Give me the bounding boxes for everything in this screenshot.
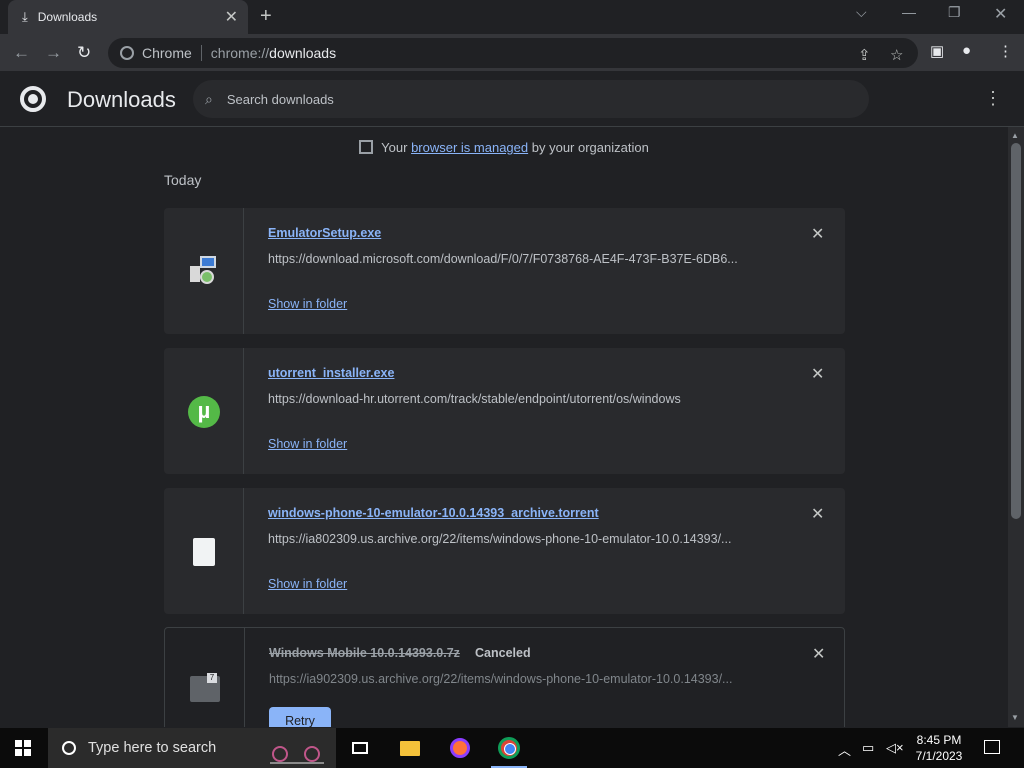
status-canceled: Canceled [475, 646, 531, 660]
scrollbar-thumb[interactable] [1011, 143, 1021, 519]
show-in-folder-link[interactable]: Show in folder [268, 437, 347, 451]
page-scrollbar[interactable]: ▲ ▼ [1008, 127, 1024, 727]
tray-chevron-icon[interactable]: ︿ [838, 740, 851, 759]
source-url[interactable]: https://download.microsoft.com/download/… [268, 252, 768, 266]
remove-icon[interactable]: ✕ [811, 364, 824, 384]
address-bar[interactable]: Chrome chrome:// downloads ⇪ ☆ [108, 38, 918, 68]
downloads-list: Your browser is managed by your organiza… [0, 127, 1008, 727]
share-icon[interactable]: ⇪ [858, 46, 871, 64]
taskbar-search[interactable] [48, 728, 336, 768]
taskbar-search-input[interactable] [88, 740, 258, 756]
more-actions-icon[interactable]: ⋮ [984, 88, 1002, 109]
managed-prefix: Your [381, 140, 408, 155]
chrome-menu-icon[interactable]: ⋮ [998, 42, 1013, 60]
file-icon-area [164, 208, 244, 334]
downloads-header: Downloads ⌕ ⋮ [0, 72, 1024, 127]
source-url[interactable]: https://ia802309.us.archive.org/22/items… [268, 532, 768, 546]
firefox-icon[interactable] [438, 728, 482, 768]
building-icon [359, 140, 374, 154]
chrome-taskbar-icon[interactable] [487, 728, 531, 768]
file-name-link[interactable]: utorrent_installer.exe [268, 366, 394, 380]
page-title: Downloads [67, 87, 176, 112]
file-icon-area: µ [164, 348, 244, 474]
managed-suffix: by your organization [531, 140, 649, 155]
chrome-logo-icon [20, 86, 46, 112]
clock-time: 8:45 PM [916, 733, 962, 747]
document-icon [193, 538, 215, 566]
utorrent-icon: µ [188, 396, 220, 428]
download-item-canceled: 7 Windows Mobile 10.0.14393.0.7z Cancele… [164, 627, 845, 727]
clock-date: 7/1/2023 [915, 749, 963, 763]
search-tabs-icon[interactable]: ⌵ [856, 4, 867, 21]
remove-icon[interactable]: ✕ [811, 504, 824, 524]
new-tab-button[interactable]: + [260, 6, 272, 26]
reload-button[interactable]: ↻ [77, 43, 91, 63]
download-item: EmulatorSetup.exe https://download.micro… [164, 208, 845, 334]
url-scheme: chrome:// [210, 45, 270, 61]
retry-button[interactable]: Retry [269, 707, 331, 727]
browser-window: ⤓ Downloads ✕ + ⌵ — ❐ ✕ ← → ↻ Chrome chr… [0, 0, 1024, 768]
remove-icon[interactable]: ✕ [812, 644, 825, 664]
tab-title: Downloads [37, 10, 98, 24]
file-icon-area: 7 [165, 628, 245, 727]
forward-button[interactable]: → [45, 43, 62, 63]
profile-icon[interactable]: ● [962, 42, 971, 59]
taskbar-clock[interactable]: 8:45 PM 7/1/2023 [904, 732, 974, 764]
task-view-icon[interactable] [338, 728, 382, 768]
scroll-up-arrow-icon[interactable]: ▲ [1011, 131, 1019, 140]
back-button[interactable]: ← [13, 43, 30, 63]
download-icon: ⤓ [22, 9, 28, 24]
omnibox-separator [200, 45, 202, 61]
url-host: downloads [269, 45, 337, 61]
download-item: µ utorrent_installer.exe https://downloa… [164, 348, 845, 474]
network-icon[interactable]: ▭ [862, 740, 874, 756]
managed-notice: Your browser is managed by your organiza… [0, 140, 1008, 155]
browser-managed-link[interactable]: browser is managed [411, 140, 528, 155]
source-url[interactable]: https://download-hr.utorrent.com/track/s… [268, 392, 768, 406]
date-group-label: Today [164, 172, 202, 188]
chrome-site-icon [120, 46, 134, 60]
download-item: windows-phone-10-emulator-10.0.14393_arc… [164, 488, 845, 614]
bicycle-icon [270, 734, 324, 764]
restore-button[interactable]: ❐ [948, 4, 961, 21]
search-icon [62, 741, 76, 755]
show-in-folder-link[interactable]: Show in folder [268, 577, 347, 591]
tab-strip: ⤓ Downloads ✕ + ⌵ — ❐ ✕ [0, 0, 1024, 34]
browser-toolbar: ← → ↻ Chrome chrome:// downloads ⇪ ☆ ▣ ●… [0, 34, 1024, 72]
search-icon: ⌕ [205, 90, 213, 107]
side-panel-icon[interactable]: ▣ [930, 42, 944, 60]
volume-muted-icon[interactable]: ◁× [886, 740, 904, 756]
tab-downloads[interactable]: ⤓ Downloads ✕ [8, 0, 248, 34]
close-window-button[interactable]: ✕ [994, 4, 1007, 24]
scroll-down-arrow-icon[interactable]: ▼ [1011, 713, 1019, 722]
windows-start-icon[interactable] [15, 740, 31, 756]
windows-taskbar: ︿ ▭ ◁× 8:45 PM 7/1/2023 [0, 728, 1024, 768]
file-icon-area [164, 488, 244, 614]
file-name-link[interactable]: windows-phone-10-emulator-10.0.14393_arc… [268, 506, 599, 520]
search-downloads[interactable]: ⌕ [193, 80, 869, 118]
minimize-button[interactable]: — [902, 4, 916, 20]
search-input[interactable] [226, 91, 827, 107]
tab-close-icon[interactable]: ✕ [225, 7, 238, 27]
site-name: Chrome [142, 45, 192, 61]
archive-badge: 7 [207, 673, 217, 683]
archive-icon: 7 [190, 673, 220, 702]
file-explorer-icon[interactable] [388, 728, 432, 768]
installer-icon [190, 256, 218, 284]
bookmark-star-icon[interactable]: ☆ [890, 46, 903, 64]
show-in-folder-link[interactable]: Show in folder [268, 297, 347, 311]
file-name-link[interactable]: EmulatorSetup.exe [268, 226, 381, 240]
notifications-icon[interactable] [984, 740, 1000, 754]
file-name-canceled: Windows Mobile 10.0.14393.0.7z [269, 646, 460, 660]
source-url[interactable]: https://ia902309.us.archive.org/22/items… [269, 672, 769, 686]
remove-icon[interactable]: ✕ [811, 224, 824, 244]
